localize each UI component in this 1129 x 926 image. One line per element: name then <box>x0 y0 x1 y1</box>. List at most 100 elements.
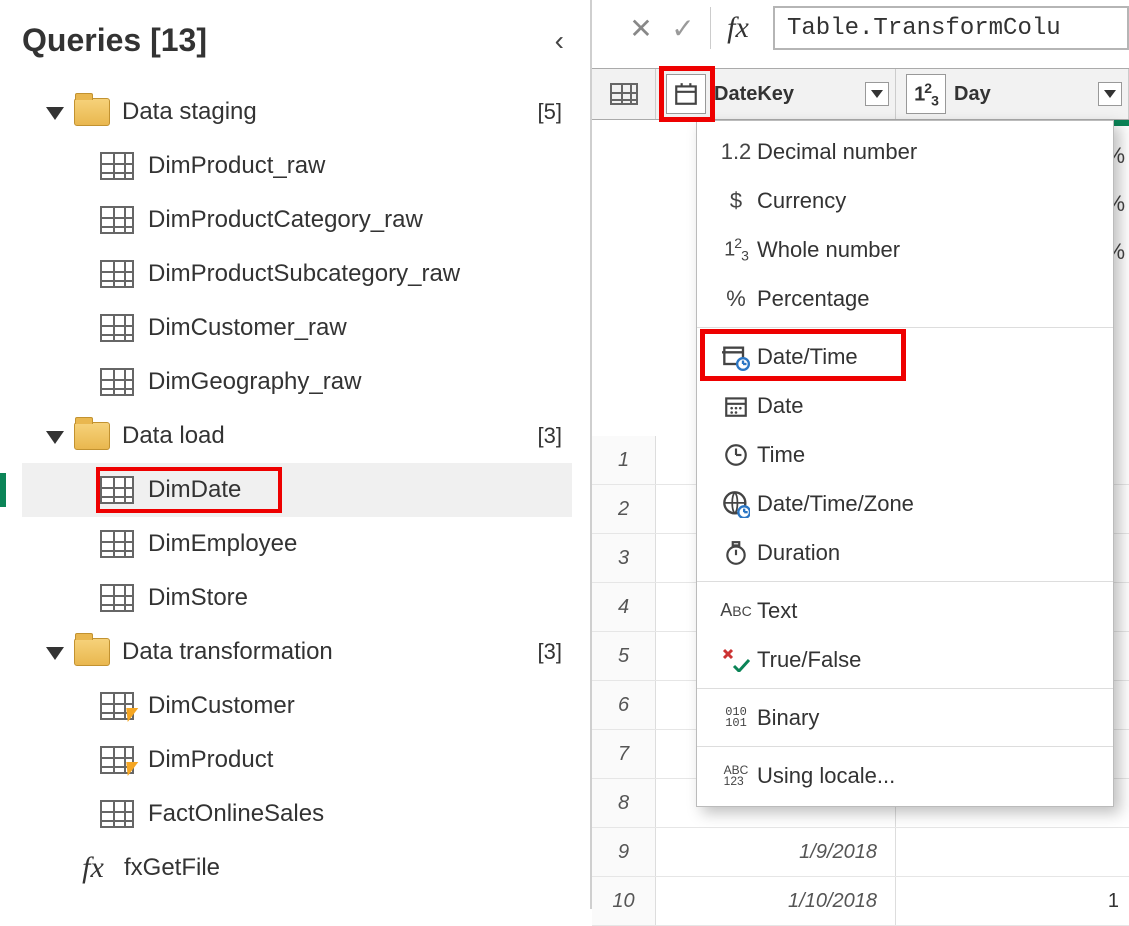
cell: 1/9/2018 <box>656 828 896 876</box>
menu-label: True/False <box>757 647 861 673</box>
cell: 1/10/2018 <box>656 877 896 925</box>
query-label: DimEmployee <box>148 530 297 558</box>
table-row[interactable]: 10 1/10/2018 1 <box>592 877 1129 926</box>
query-label: DimGeography_raw <box>148 368 361 396</box>
menu-label: Whole number <box>757 237 900 263</box>
row-index: 6 <box>592 681 656 729</box>
folder-icon <box>74 638 110 666</box>
row-index: 10 <box>592 877 656 925</box>
type-decimal-number[interactable]: 1.2 Decimal number <box>697 127 1113 176</box>
query-label: DimStore <box>148 584 248 612</box>
query-dimstore[interactable]: DimStore <box>22 571 572 625</box>
filter-dropdown-button[interactable] <box>1098 82 1122 106</box>
table-bolt-icon <box>100 746 134 774</box>
menu-label: Date/Time <box>757 344 858 370</box>
currency-icon: $ <box>715 188 757 214</box>
folder-icon <box>74 422 110 450</box>
table-icon <box>100 476 134 504</box>
query-label: DimProduct <box>148 746 273 774</box>
decimal-icon: 1.2 <box>715 139 757 165</box>
folder-count: [3] <box>538 639 562 665</box>
folder-count: [5] <box>538 99 562 125</box>
formula-bar: ✕ ✓ fx Table.TransformColu <box>592 0 1129 56</box>
query-label: DimProduct_raw <box>148 152 325 180</box>
type-currency[interactable]: $ Currency <box>697 176 1113 225</box>
folder-count: [3] <box>538 423 562 449</box>
type-time[interactable]: Time <box>697 430 1113 479</box>
query-label: FactOnlineSales <box>148 800 324 828</box>
queries-pane: Queries [13] ‹ Data staging [5] DimProdu… <box>0 0 592 909</box>
fx-icon: fx <box>76 851 110 885</box>
fx-button[interactable]: fx <box>717 7 759 49</box>
query-dimproduct-raw[interactable]: DimProduct_raw <box>22 139 572 193</box>
query-dimproduct[interactable]: DimProduct <box>22 733 572 787</box>
type-binary[interactable]: 010101 Binary <box>697 693 1113 742</box>
menu-label: Duration <box>757 540 840 566</box>
folder-data-transformation[interactable]: Data transformation [3] <box>22 625 572 679</box>
menu-separator <box>697 581 1113 582</box>
folder-data-load[interactable]: Data load [3] <box>22 409 572 463</box>
duration-icon <box>715 540 757 566</box>
locale-icon: ABC123 <box>715 765 757 787</box>
row-index: 3 <box>592 534 656 582</box>
filter-dropdown-button[interactable] <box>865 82 889 106</box>
query-dimproductsubcategory-raw[interactable]: DimProductSubcategory_raw <box>22 247 572 301</box>
row-index: 9 <box>592 828 656 876</box>
type-date-time[interactable]: Date/Time <box>697 332 1113 381</box>
query-dimcustomer-raw[interactable]: DimCustomer_raw <box>22 301 572 355</box>
menu-label: Currency <box>757 188 846 214</box>
query-factonlinesales[interactable]: FactOnlineSales <box>22 787 572 841</box>
type-picker-datekey[interactable] <box>666 74 706 114</box>
select-all-button[interactable] <box>592 69 656 119</box>
menu-label: Text <box>757 598 797 624</box>
query-dimdate[interactable]: DimDate <box>22 463 572 517</box>
selection-indicator <box>0 473 6 507</box>
menu-separator <box>697 746 1113 747</box>
row-index: 5 <box>592 632 656 680</box>
table-icon <box>100 206 134 234</box>
menu-label: Binary <box>757 705 819 731</box>
type-picker-day[interactable]: 123 <box>906 74 946 114</box>
menu-label: Using locale... <box>757 763 895 789</box>
time-icon <box>715 442 757 468</box>
folder-label: Data load <box>122 422 225 450</box>
menu-label: Decimal number <box>757 139 917 165</box>
type-text[interactable]: ABC Text <box>697 586 1113 635</box>
query-dimcustomer[interactable]: DimCustomer <box>22 679 572 733</box>
menu-label: Time <box>757 442 805 468</box>
query-label: DimDate <box>148 476 241 504</box>
menu-separator <box>697 327 1113 328</box>
menu-label: Date <box>757 393 803 419</box>
column-day-header[interactable]: 123 Day <box>896 69 1129 119</box>
table-bolt-icon <box>100 692 134 720</box>
type-true-false[interactable]: True/False <box>697 635 1113 684</box>
cancel-formula-button[interactable]: ✕ <box>620 7 662 49</box>
type-duration[interactable]: Duration <box>697 528 1113 577</box>
query-dimemployee[interactable]: DimEmployee <box>22 517 572 571</box>
menu-label: Date/Time/Zone <box>757 491 914 517</box>
table-row[interactable]: 9 1/9/2018 <box>592 828 1129 877</box>
folder-data-staging[interactable]: Data staging [5] <box>22 85 572 139</box>
table-icon <box>100 368 134 396</box>
type-percentage[interactable]: % Percentage <box>697 274 1113 323</box>
query-fxgetfile[interactable]: fx fxGetFile <box>22 841 572 895</box>
menu-separator <box>697 688 1113 689</box>
type-date-time-zone[interactable]: Date/Time/Zone <box>697 479 1113 528</box>
type-whole-number[interactable]: 123 Whole number <box>697 225 1113 274</box>
commit-formula-button[interactable]: ✓ <box>662 7 704 49</box>
datetimezone-icon <box>715 490 757 518</box>
column-headers: DateKey 123 Day <box>592 68 1129 120</box>
formula-input[interactable]: Table.TransformColu <box>773 6 1129 50</box>
collapse-pane-button[interactable]: ‹ <box>555 25 572 57</box>
query-dimproductcategory-raw[interactable]: DimProductCategory_raw <box>22 193 572 247</box>
query-dimgeography-raw[interactable]: DimGeography_raw <box>22 355 572 409</box>
folder-icon <box>74 98 110 126</box>
query-label: DimCustomer <box>148 692 295 720</box>
datetime-icon <box>715 343 757 371</box>
table-icon <box>100 584 134 612</box>
folder-label: Data staging <box>122 98 257 126</box>
column-datekey-header[interactable]: DateKey <box>656 69 896 119</box>
type-using-locale[interactable]: ABC123 Using locale... <box>697 751 1113 800</box>
column-label: Day <box>954 83 991 106</box>
type-date[interactable]: Date <box>697 381 1113 430</box>
